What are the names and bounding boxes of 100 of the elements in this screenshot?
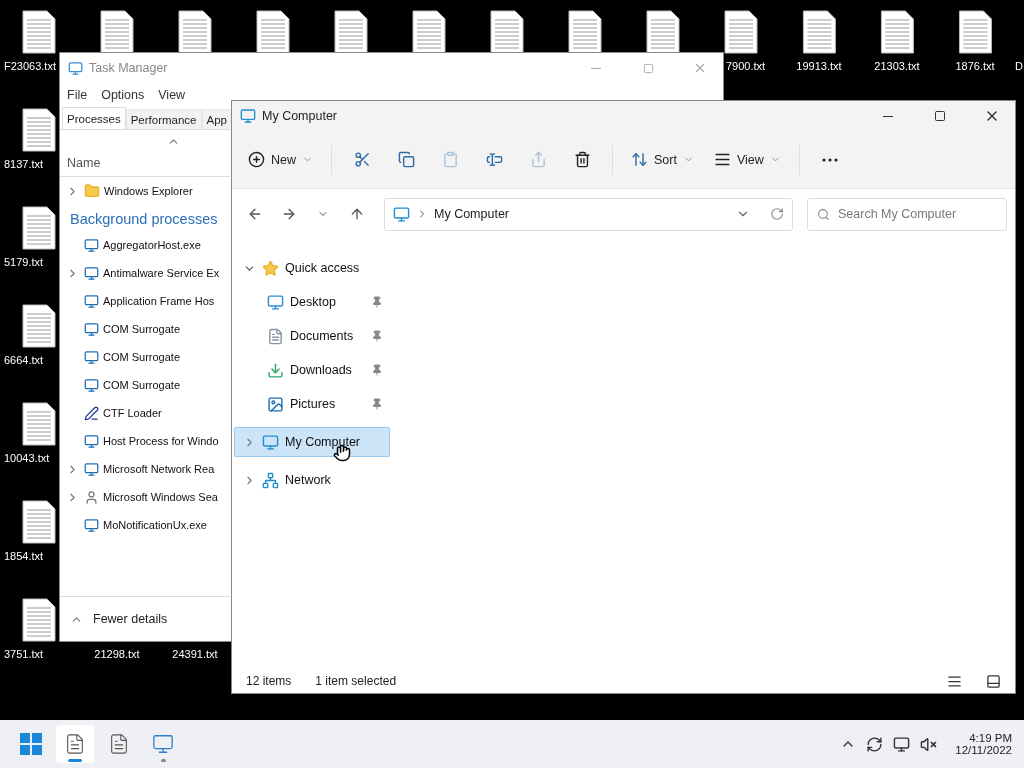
navigation-item[interactable]: Pictures bbox=[234, 389, 390, 419]
file-name[interactable]: 10043.txt bbox=[4, 452, 50, 464]
fewer-details-link[interactable]: Fewer details bbox=[93, 612, 168, 626]
text-file-icon[interactable] bbox=[646, 10, 680, 54]
file-name[interactable]: 1876.txt bbox=[955, 60, 995, 72]
muted-speaker-icon[interactable] bbox=[920, 735, 938, 753]
rename-icon bbox=[485, 151, 503, 168]
taskbar-app-button[interactable] bbox=[56, 725, 94, 763]
file-name[interactable]: 21298.txt bbox=[94, 648, 140, 660]
app-window-icon bbox=[84, 517, 99, 533]
process-name: COM Surrogate bbox=[103, 323, 181, 335]
process-row[interactable]: Host Process for Windo bbox=[60, 427, 230, 455]
window-title: Task Manager bbox=[89, 61, 168, 75]
menu-item[interactable]: File bbox=[67, 88, 88, 102]
text-file-icon[interactable] bbox=[22, 108, 56, 152]
navigation-label: My Computer bbox=[285, 435, 362, 449]
computer-icon bbox=[240, 108, 256, 124]
tiles-view-button[interactable] bbox=[986, 673, 1001, 689]
text-file-icon[interactable] bbox=[22, 10, 56, 54]
process-row[interactable]: Windows Explorer bbox=[60, 177, 230, 205]
file-name[interactable]: 3751.txt bbox=[4, 648, 44, 660]
process-row[interactable]: COM Surrogate bbox=[60, 315, 230, 343]
navigation-label: Network bbox=[285, 473, 332, 487]
file-name[interactable]: D bbox=[1015, 60, 1023, 72]
navigation-label: Quick access bbox=[285, 261, 361, 275]
process-row[interactable]: Microsoft Windows Sea bbox=[60, 483, 230, 511]
text-file-icon[interactable] bbox=[22, 500, 56, 544]
file-name[interactable]: 1854.txt bbox=[4, 550, 44, 562]
file-name[interactable]: 19913.txt bbox=[796, 60, 842, 72]
maximize-icon bbox=[642, 62, 654, 74]
process-name: AggregatorHost.exe bbox=[103, 239, 201, 251]
view-button[interactable]: View bbox=[705, 142, 789, 177]
app-window-icon bbox=[84, 377, 99, 393]
search-field[interactable]: Search My Computer bbox=[807, 197, 1007, 231]
text-file-icon[interactable] bbox=[22, 402, 56, 446]
navigation-item[interactable]: Desktop bbox=[234, 287, 390, 317]
text-file-icon[interactable] bbox=[568, 10, 602, 54]
text-file-icon[interactable] bbox=[100, 10, 134, 54]
navigation-item[interactable]: Downloads bbox=[234, 355, 390, 385]
column-header[interactable]: Name bbox=[60, 152, 230, 177]
text-file-icon[interactable] bbox=[178, 10, 212, 54]
process-name: Microsoft Network Rea bbox=[103, 463, 215, 475]
file-name[interactable]: 21303.txt bbox=[874, 60, 920, 72]
app-window-icon bbox=[84, 461, 99, 477]
navigation-label: Downloads bbox=[290, 363, 353, 377]
text-file-icon[interactable] bbox=[22, 206, 56, 250]
process-row[interactable]: Antimalware Service Ex bbox=[60, 259, 230, 287]
navigation-item[interactable]: Documents bbox=[234, 321, 390, 351]
process-row[interactable]: COM Surrogate bbox=[60, 371, 230, 399]
process-name: Host Process for Windo bbox=[103, 435, 219, 447]
copy-icon bbox=[397, 151, 415, 168]
process-row[interactable]: CTF Loader bbox=[60, 399, 230, 427]
text-file-icon[interactable] bbox=[490, 10, 524, 54]
more-icon bbox=[821, 157, 838, 162]
user-icon bbox=[84, 489, 99, 505]
process-name: COM Surrogate bbox=[103, 379, 181, 391]
process-name: Windows Explorer bbox=[104, 185, 193, 197]
file-name[interactable]: 5179.txt bbox=[4, 256, 44, 268]
text-file-icon[interactable] bbox=[256, 10, 290, 54]
file-name[interactable]: 6664.txt bbox=[4, 354, 44, 366]
details-view-button[interactable] bbox=[947, 673, 962, 689]
process-row[interactable]: COM Surrogate bbox=[60, 343, 230, 371]
process-row[interactable]: Microsoft Network Rea bbox=[60, 455, 230, 483]
navigation-item[interactable]: Network bbox=[234, 465, 390, 495]
windows-logo-icon bbox=[20, 733, 42, 755]
tab[interactable]: Processes bbox=[62, 107, 126, 129]
text-file-icon[interactable] bbox=[412, 10, 446, 54]
process-row[interactable]: AggregatorHost.exe bbox=[60, 231, 230, 259]
process-name: MoNotificationUx.exe bbox=[103, 519, 207, 531]
process-row[interactable]: Application Frame Hos bbox=[60, 287, 230, 315]
star-icon bbox=[262, 259, 279, 277]
file-name[interactable]: F23063.txt bbox=[4, 60, 56, 72]
computer-icon bbox=[393, 205, 410, 223]
search-icon bbox=[817, 207, 830, 221]
sort-button[interactable]: Sort bbox=[623, 142, 702, 177]
process-name: Application Frame Hos bbox=[103, 295, 215, 307]
menu-item[interactable]: Options bbox=[101, 88, 145, 102]
app-window-icon bbox=[84, 265, 99, 281]
text-file-icon[interactable] bbox=[724, 10, 758, 54]
sync-icon[interactable] bbox=[866, 735, 884, 753]
tab[interactable]: Performance bbox=[125, 109, 202, 129]
text-file-icon[interactable] bbox=[958, 10, 992, 54]
text-file-icon[interactable] bbox=[22, 598, 56, 642]
process-row[interactable]: MoNotificationUx.exe bbox=[60, 511, 230, 539]
clock[interactable]: 4:19 PM 12/11/2022 bbox=[955, 732, 1012, 756]
new-button[interactable]: New bbox=[240, 142, 321, 177]
text-file-icon[interactable] bbox=[802, 10, 836, 54]
document-icon bbox=[64, 733, 86, 755]
navigation-item[interactable]: Quick access bbox=[234, 253, 390, 283]
menu-item[interactable]: View bbox=[158, 88, 186, 102]
file-name[interactable]: 24391.txt bbox=[172, 648, 218, 660]
text-file-icon[interactable] bbox=[880, 10, 914, 54]
file-name[interactable]: 7900.txt bbox=[726, 60, 766, 72]
text-file-icon[interactable] bbox=[22, 304, 56, 348]
file-name[interactable]: 8137.txt bbox=[4, 158, 44, 170]
text-file-icon[interactable] bbox=[334, 10, 368, 54]
address-bar[interactable]: My Computer bbox=[384, 197, 793, 231]
document-icon bbox=[108, 733, 130, 755]
app-window-icon bbox=[84, 433, 99, 449]
refresh-icon[interactable] bbox=[770, 207, 784, 221]
